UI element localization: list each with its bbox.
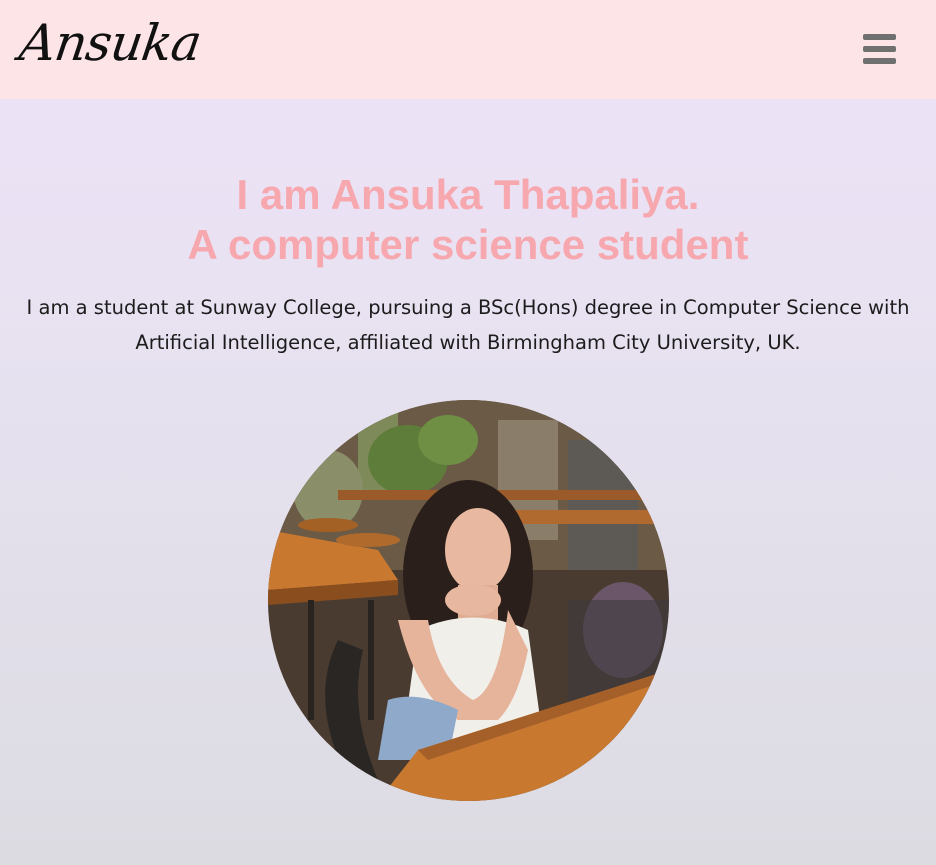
hamburger-menu-icon[interactable] bbox=[860, 32, 898, 66]
hero-title: I am Ansuka Thapaliya. A computer scienc… bbox=[0, 170, 936, 270]
profile-photo bbox=[268, 400, 669, 801]
hero-title-line1: I am Ansuka Thapaliya. bbox=[236, 171, 700, 218]
navbar: Ansuka bbox=[0, 0, 936, 99]
menu-bar-top bbox=[863, 34, 896, 40]
hero-description: I am a student at Sunway College, pursui… bbox=[26, 296, 910, 354]
site-logo[interactable]: Ansuka bbox=[16, 12, 205, 74]
profile-photo-illustration bbox=[268, 400, 669, 801]
menu-bar-bottom bbox=[863, 58, 896, 64]
menu-bar-middle bbox=[863, 46, 896, 52]
hero-title-line2: A computer science student bbox=[187, 221, 749, 268]
